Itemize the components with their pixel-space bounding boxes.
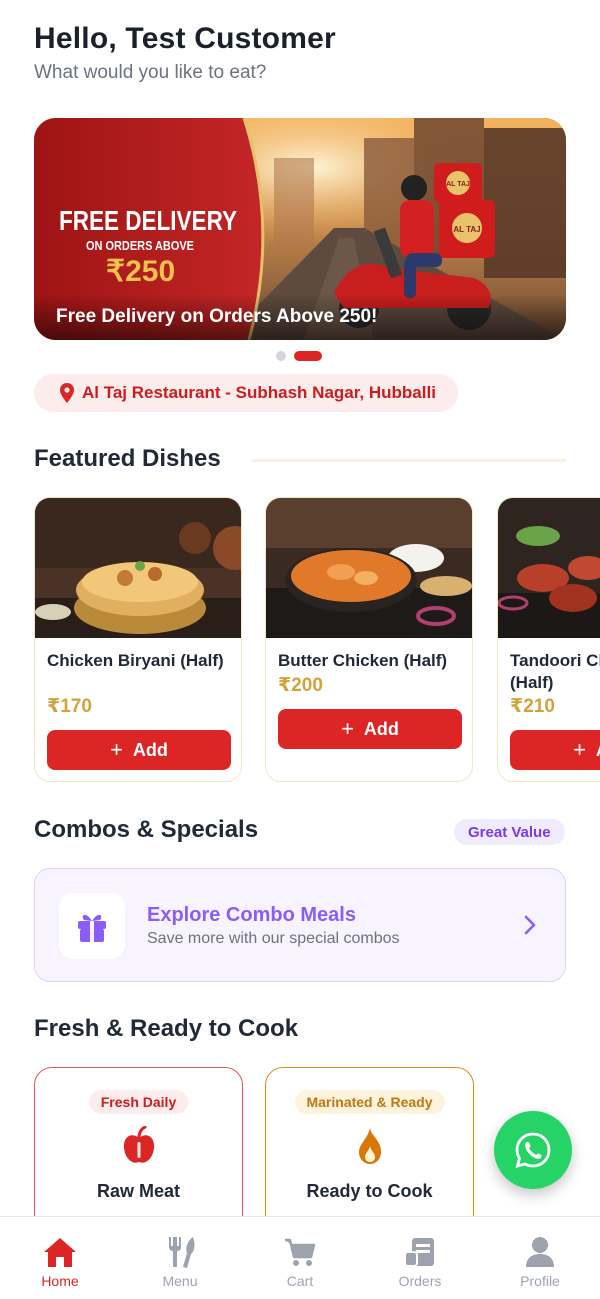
tab-label: Home (41, 1273, 79, 1289)
home-scroll-area[interactable]: Hello, Test Customer What would you like… (0, 0, 600, 1216)
dish-name: Butter Chicken (Half) (278, 651, 448, 670)
map-pin-icon (60, 383, 74, 403)
dish-card[interactable]: Chicken Biryani (Half) ₹170 + Add (34, 497, 242, 782)
banner-subline: ON ORDERS ABOVE (86, 238, 194, 253)
combo-card-title: Explore Combo Meals (147, 904, 356, 926)
raw-meat-card[interactable]: Fresh Daily Raw Meat (34, 1067, 243, 1216)
fresh-title: Fresh & Ready to Cook (34, 1015, 299, 1042)
promo-banner[interactable]: AL TAJ AL TAJ FREE DELIVERY ON ORDERS AB… (34, 118, 566, 340)
tab-home[interactable]: Home (0, 1217, 120, 1299)
user-icon (526, 1237, 554, 1267)
banner-pagination (276, 351, 322, 361)
add-to-cart-button[interactable]: + Add (510, 730, 600, 770)
featured-divider (252, 459, 566, 462)
pagination-dot-active[interactable] (294, 351, 322, 361)
tab-label: Menu (162, 1273, 198, 1289)
bag-logo-text-top: AL TAJ (446, 181, 470, 188)
featured-title: Featured Dishes (34, 445, 221, 472)
combos-title: Combos & Specials (34, 816, 259, 843)
great-value-badge: Great Value (454, 819, 565, 845)
receipt-icon (404, 1238, 434, 1267)
explore-combos-card[interactable]: Explore Combo Meals Save more with our s… (34, 868, 566, 982)
dish-image (498, 498, 600, 638)
tab-menu[interactable]: Menu (120, 1217, 240, 1299)
home-icon (44, 1238, 76, 1267)
dish-card[interactable]: Butter Chicken (Half) ₹200 + Add (265, 497, 473, 782)
plus-icon: + (110, 737, 123, 762)
apple-icon (123, 1126, 154, 1163)
bottom-tab-bar: Home Menu Cart Orders Profile (0, 1216, 600, 1299)
dish-image (35, 498, 241, 638)
dish-price: ₹170 (47, 696, 92, 717)
raw-meat-label: Raw Meat (96, 1181, 181, 1201)
greeting-block: Hello, Test Customer What would you like… (34, 22, 336, 84)
dish-name: Chicken Biryani (Half) (47, 651, 224, 670)
greeting-subtitle: What would you like to eat? (34, 62, 267, 83)
flame-icon (358, 1128, 381, 1164)
whatsapp-button[interactable] (494, 1111, 572, 1189)
greeting-title: Hello, Test Customer (34, 22, 336, 55)
banner-caption: Free Delivery on Orders Above 250! (56, 306, 378, 327)
cart-icon (285, 1238, 316, 1266)
add-to-cart-button[interactable]: + Add (278, 709, 462, 749)
tab-label: Profile (520, 1273, 560, 1289)
dish-name: Tandoori Chicken (Half) (510, 651, 600, 692)
ready-to-cook-card[interactable]: Marinated & Ready Ready to Cook (265, 1067, 474, 1216)
dish-price: ₹210 (510, 696, 555, 717)
chevron-right-icon (524, 915, 536, 935)
banner-headline: FREE DELIVERY (59, 205, 237, 236)
restaurant-location-chip[interactable]: Al Taj Restaurant - Subhash Nagar, Hubba… (34, 374, 458, 412)
add-label: Add (132, 739, 168, 760)
plus-icon: + (341, 716, 354, 741)
combo-card-subtitle: Save more with our special combos (147, 930, 400, 947)
tab-profile[interactable]: Profile (480, 1217, 600, 1299)
gift-icon (78, 914, 106, 942)
banner-amount: ₹250 (106, 255, 175, 288)
tab-label: Cart (286, 1273, 314, 1289)
gift-icon-container (59, 893, 125, 959)
ready-to-cook-label: Ready to Cook (306, 1181, 433, 1201)
banner-caption-bar: Free Delivery on Orders Above 250! (34, 294, 566, 340)
tab-cart[interactable]: Cart (240, 1217, 360, 1299)
bag-logo-text: AL TAJ (453, 225, 480, 234)
utensils-icon (169, 1237, 195, 1268)
tab-label: Orders (398, 1273, 442, 1289)
location-text: Al Taj Restaurant - Subhash Nagar, Hubba… (82, 383, 436, 402)
add-to-cart-button[interactable]: + Add (47, 730, 231, 770)
add-label: Add (363, 718, 399, 739)
tab-orders[interactable]: Orders (360, 1217, 480, 1299)
dish-price: ₹200 (278, 675, 323, 696)
add-label: Add (596, 740, 600, 761)
dish-image (266, 498, 472, 638)
whatsapp-icon (515, 1132, 551, 1168)
plus-icon: + (573, 737, 586, 762)
marinated-pill: Marinated & Ready (294, 1090, 445, 1114)
pagination-dot[interactable] (276, 351, 286, 361)
fresh-daily-pill: Fresh Daily (88, 1090, 189, 1114)
dish-card[interactable]: Tandoori Chicken (Half) ₹210 + Add (497, 497, 600, 782)
